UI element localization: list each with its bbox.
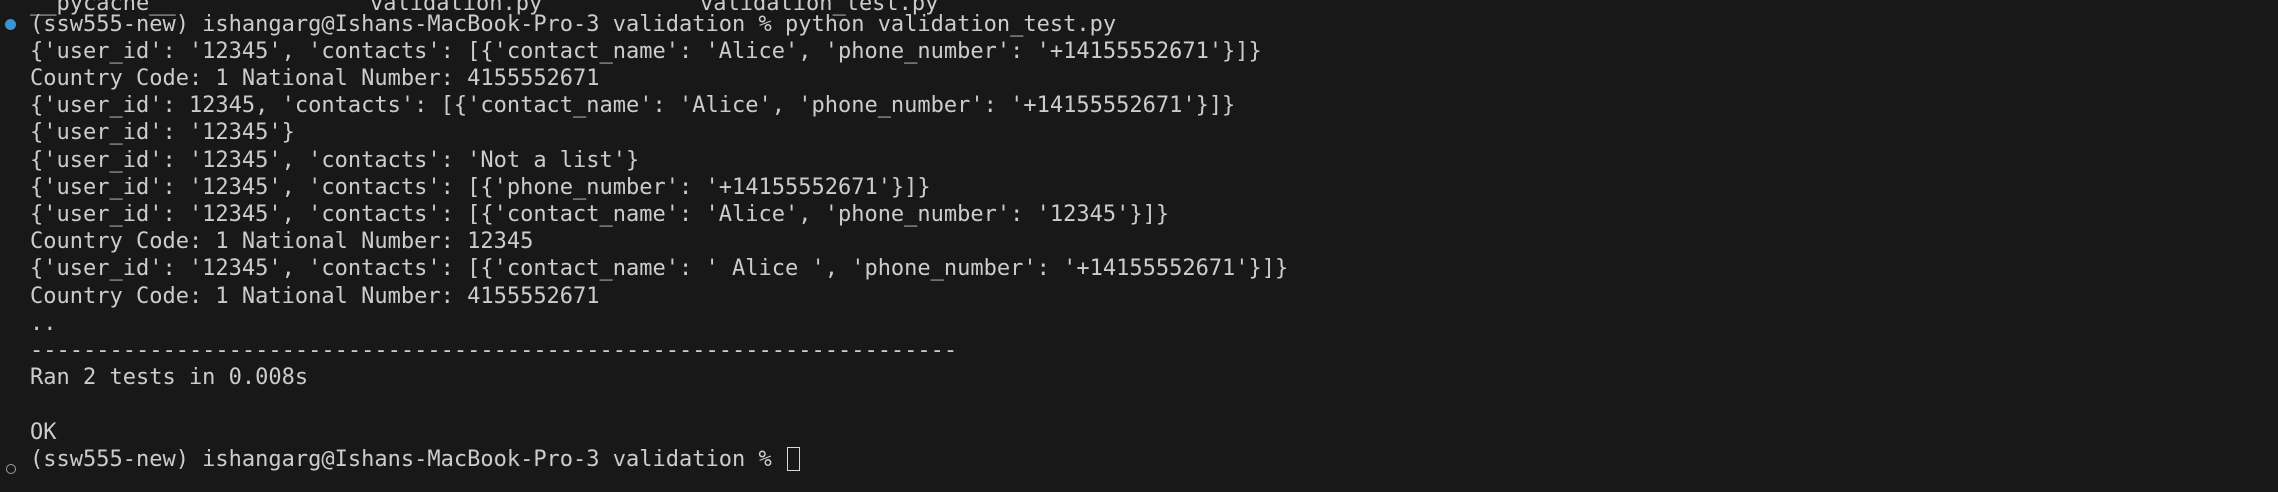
test-result-ok: OK: [30, 420, 57, 445]
output-line: {'user_id': 12345, 'contacts': [{'contac…: [30, 93, 1236, 118]
output-line: {'user_id': '12345', 'contacts': [{'cont…: [30, 202, 1170, 227]
terminal-panel[interactable]: __pycache__ validation.py validation_tes…: [0, 0, 2278, 492]
output-line: {'user_id': '12345'}: [30, 120, 295, 145]
separator-line: ----------------------------------------…: [30, 338, 958, 363]
output-line: {'user_id': '12345', 'contacts': 'Not a …: [30, 148, 640, 173]
cursor-icon: [786, 447, 800, 471]
command-success-marker-icon[interactable]: [6, 20, 15, 29]
prompt-text: (ssw555-new) ishangarg@Ishans-MacBook-Pr…: [30, 447, 785, 472]
test-progress-dots: ..: [30, 311, 57, 336]
command-line: (ssw555-new) ishangarg@Ishans-MacBook-Pr…: [30, 12, 1117, 37]
prompt-line[interactable]: (ssw555-new) ishangarg@Ishans-MacBook-Pr…: [30, 446, 800, 474]
output-line: Country Code: 1 National Number: 12345: [30, 229, 534, 254]
output-line: {'user_id': '12345', 'contacts': [{'cont…: [30, 256, 1289, 281]
test-summary: Ran 2 tests in 0.008s: [30, 365, 309, 390]
output-line: {'user_id': '12345', 'contacts': [{'phon…: [30, 175, 931, 200]
prompt-marker-icon[interactable]: [6, 464, 16, 474]
output-line: {'user_id': '12345', 'contacts': [{'cont…: [30, 39, 1262, 64]
output-line: Country Code: 1 National Number: 4155552…: [30, 66, 600, 91]
output-line: Country Code: 1 National Number: 4155552…: [30, 284, 600, 309]
